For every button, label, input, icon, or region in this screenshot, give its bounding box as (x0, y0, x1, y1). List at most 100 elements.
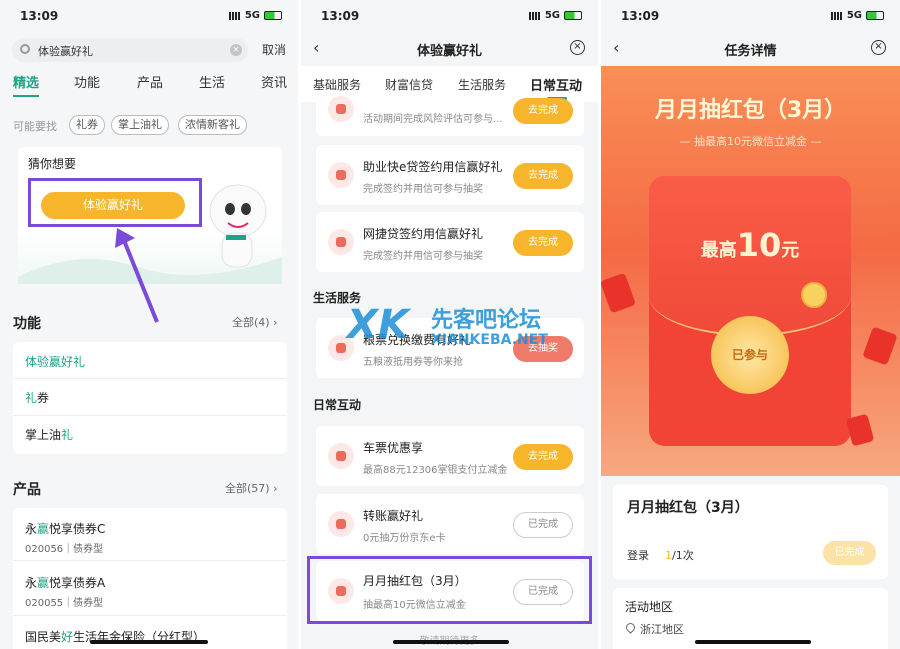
divider (13, 560, 287, 561)
search-input[interactable]: 体验赢好礼 × (12, 38, 248, 62)
home-indicator (90, 640, 208, 644)
amount-num: 10 (736, 226, 782, 264)
func-item-pre: 掌上油 (25, 428, 62, 442)
task-card: 转账赢好礼 0元抽万份京东e卡 已完成 (316, 494, 584, 554)
status-bar: 13:09 5G (601, 8, 900, 28)
tab-products[interactable]: 产品 (137, 72, 163, 91)
search-screen: 13:09 5G 体验赢好礼 × 取消 精选 功能 产品 生活 资讯 可能要找 … (0, 0, 298, 649)
watermark-logo: XK (347, 302, 409, 348)
home-indicator (393, 640, 509, 644)
tab-featured[interactable]: 精选 (13, 72, 39, 91)
task-sub: 完成签约并用信可参与抽奖 (363, 184, 483, 195)
network-label: 5G (544, 10, 560, 21)
clear-icon[interactable]: × (230, 44, 242, 56)
search-tabs: 精选 功能 产品 生活 资讯 (0, 70, 298, 97)
task-sub: 活动期间完成风险评估可参与... (363, 114, 503, 125)
prod-hl: 好 (61, 630, 74, 644)
task-title: 车票优惠享 (363, 441, 424, 455)
prod-pre: 永 (25, 522, 38, 536)
search-icon (20, 44, 30, 54)
task-card: 活动期间完成风险评估可参与... 去完成 (316, 96, 584, 136)
activity-list-screen: 13:09 5G ‹ 体验赢好礼 × 基础服务 财富信贷 生活服务 日常互动 活… (301, 0, 598, 649)
tab-news[interactable]: 资讯 (261, 72, 287, 91)
tab-wealth[interactable]: 财富信贷 (385, 76, 433, 93)
red-packet-icon (862, 326, 898, 366)
guess-title: 猜你想要 (28, 157, 77, 171)
daily-section-title: 日常互动 (313, 398, 362, 412)
battery-icon (264, 11, 282, 20)
banner-sub-text: 抽最高10元微信立减金 (694, 135, 807, 148)
battery-icon (564, 11, 582, 20)
tab-active-underline (13, 95, 39, 97)
func-all-link[interactable]: 全部(4) › (232, 314, 278, 330)
suggest-tag-coupon[interactable]: 礼券 (69, 115, 105, 135)
prod-sub: 020055｜债券型 (25, 598, 104, 609)
red-packet-icon (845, 413, 875, 447)
banner-title: 月月抽红包（3月） (654, 98, 847, 123)
participated-seal[interactable]: 已参与 (711, 316, 789, 394)
prod-all-link[interactable]: 全部(57) › (225, 480, 278, 496)
prod-list: 永赢悦享债券C 020056｜债券型 永赢悦享债券A 020055｜债券型 国民… (13, 508, 287, 649)
login-count: 1/1次 (665, 547, 694, 563)
task-action-button[interactable]: 去完成 (513, 163, 573, 189)
task-action-button[interactable]: 去完成 (513, 230, 573, 256)
divider (13, 378, 287, 379)
task-title: 网捷贷签约用信赢好礼 (363, 227, 484, 241)
red-packet-banner: 月月抽红包（3月） — 抽最高10元微信立减金 — 最高10元 已参与 (601, 66, 900, 476)
tab-life[interactable]: 生活 (199, 72, 225, 91)
prod-rest: 悦享债券A (49, 576, 106, 590)
func-item-experience[interactable]: 体验赢好礼 (25, 353, 85, 370)
tab-life[interactable]: 生活服务 (458, 76, 506, 93)
suggest-tag-newcomer[interactable]: 浓情新客礼 (178, 115, 247, 135)
task-card: 助业快e贷签约用信赢好礼 完成签约并用信可参与抽奖 去完成 (316, 145, 584, 205)
close-icon[interactable]: × (570, 40, 585, 55)
highlight-box (307, 556, 592, 624)
prod-section-title: 产品 (13, 482, 41, 498)
login-label: 登录 (627, 549, 649, 562)
red-packet-icon (601, 272, 637, 314)
prod-pre: 永 (25, 576, 38, 590)
count-rest: /1次 (672, 549, 694, 562)
coupon-icon (328, 443, 354, 469)
func-all-label: 全部(4) (232, 316, 270, 329)
gift-icon (328, 162, 354, 188)
func-item-coupon[interactable]: 礼券 (25, 389, 49, 406)
cancel-button[interactable]: 取消 (262, 41, 286, 58)
suggest-tag-fuel[interactable]: 掌上油礼 (111, 115, 169, 135)
task-action-button[interactable]: 去完成 (513, 98, 573, 124)
task-card: 车票优惠享 最高88元12306掌银支付立减金 去完成 (316, 426, 584, 486)
coin-icon (801, 282, 827, 308)
arrow-annotation (115, 228, 159, 323)
task-sub: 0元抽万份京东e卡 (363, 533, 446, 544)
network-label: 5G (244, 10, 260, 21)
prod-sub: 020056｜债券型 (25, 544, 104, 555)
highlight-box (28, 178, 202, 227)
func-item-rest: 券 (37, 391, 50, 405)
battery-icon (866, 11, 884, 20)
area-value: 浙江地区 (640, 623, 684, 636)
tab-functions[interactable]: 功能 (74, 72, 100, 91)
watermark: XK 先客吧论坛 XIANKEBA.NET (345, 300, 595, 360)
amount-pre: 最高 (700, 240, 737, 261)
prod-item[interactable]: 永赢悦享债券A (25, 574, 105, 591)
amount-unit: 元 (781, 240, 800, 261)
prod-item[interactable]: 永赢悦享债券C (25, 520, 105, 537)
maybe-looking-label: 可能要找 (13, 120, 57, 133)
task-title: 助业快e贷签约用信赢好礼 (363, 160, 503, 174)
completed-button[interactable]: 已完成 (823, 541, 876, 565)
envelope: 最高10元 已参与 (649, 176, 851, 446)
tab-basic[interactable]: 基础服务 (313, 76, 361, 93)
envelope-amount: 最高10元 (649, 226, 851, 264)
task-done-button[interactable]: 已完成 (513, 512, 573, 538)
tab-daily[interactable]: 日常互动 (530, 75, 582, 94)
coupon-icon (328, 511, 354, 537)
close-icon[interactable]: × (871, 40, 886, 55)
task-action-button[interactable]: 去完成 (513, 444, 573, 470)
task-info-title: 月月抽红包（3月） (627, 500, 749, 516)
task-card: 网捷贷签约用信赢好礼 完成签约并用信可参与抽奖 去完成 (316, 212, 584, 272)
watermark-en: XIANKEBA.NET (431, 332, 548, 348)
func-item-fuel[interactable]: 掌上油礼 (25, 426, 73, 443)
status-time: 13:09 (20, 9, 59, 23)
prod-all-label: 全部(57) (225, 482, 270, 495)
prod-hl: 赢 (37, 522, 50, 536)
